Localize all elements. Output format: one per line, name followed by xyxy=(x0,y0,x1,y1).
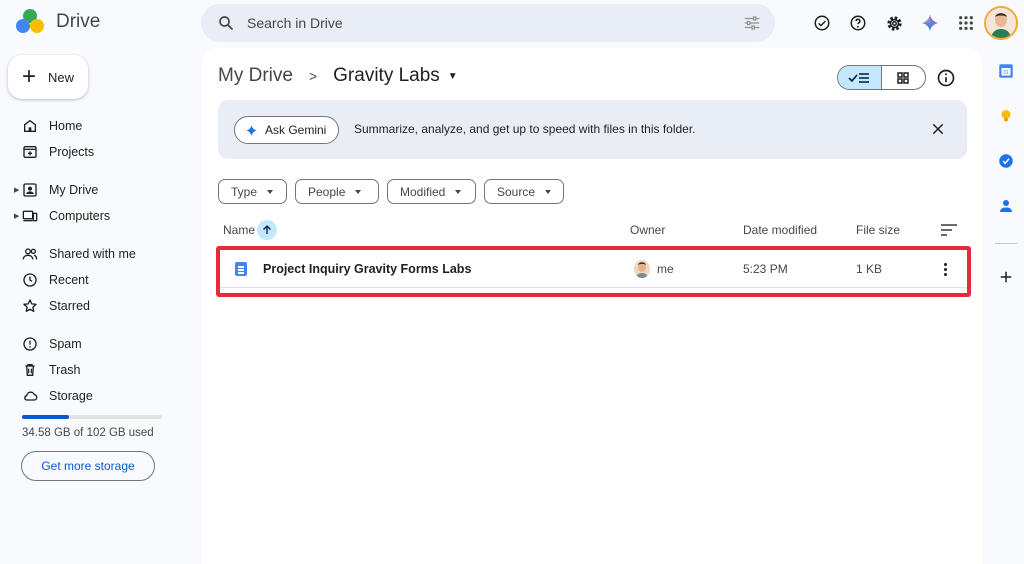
cloud-icon xyxy=(24,391,38,401)
contacts-icon[interactable] xyxy=(997,197,1015,215)
sidebar-item-label: Computers xyxy=(49,209,111,223)
view-toggle xyxy=(837,65,926,90)
column-owner[interactable]: Owner xyxy=(630,223,665,237)
apps-grid-icon[interactable] xyxy=(948,8,984,38)
file-owner: me xyxy=(657,262,674,276)
close-icon[interactable] xyxy=(930,121,946,137)
dropdown-arrow-icon xyxy=(267,189,274,194)
search-input[interactable] xyxy=(247,15,717,31)
expand-caret-icon[interactable]: ▶ xyxy=(14,186,20,194)
tasks-icon[interactable] xyxy=(997,152,1015,170)
plus-icon: + xyxy=(22,63,37,90)
shared-icon xyxy=(22,248,38,260)
arrow-up-icon xyxy=(263,225,271,234)
filter-chips: Type People Modified Source xyxy=(218,179,564,204)
sort-ascending-button[interactable] xyxy=(257,220,277,240)
sidebar-item-label: Starred xyxy=(49,299,90,313)
sidebar-item-label: Home xyxy=(49,119,83,133)
storage-usage-bar xyxy=(22,415,162,419)
breadcrumb-current[interactable]: Gravity Labs xyxy=(333,65,440,87)
grid-view-button[interactable] xyxy=(882,66,926,89)
account-avatar[interactable] xyxy=(984,6,1018,40)
filter-label: Modified xyxy=(400,184,446,199)
gemini-icon[interactable] xyxy=(912,8,948,38)
gemini-sparkle-icon xyxy=(246,124,257,136)
sidebar-item-label: My Drive xyxy=(49,183,99,197)
trash-icon xyxy=(25,364,35,376)
help-icon[interactable] xyxy=(840,8,876,38)
sidebar-item-label: Spam xyxy=(49,337,82,351)
sort-options-icon[interactable] xyxy=(940,223,958,237)
star-icon xyxy=(23,299,37,312)
spam-icon xyxy=(23,337,37,351)
keep-icon[interactable] xyxy=(997,107,1015,125)
dropdown-arrow-icon xyxy=(545,189,552,194)
more-actions-icon[interactable] xyxy=(940,260,950,278)
document-icon xyxy=(235,262,247,276)
filter-source[interactable]: Source xyxy=(484,179,564,204)
column-file-size[interactable]: File size xyxy=(856,223,900,237)
new-button[interactable]: + New xyxy=(8,55,88,99)
new-button-label: New xyxy=(48,69,75,85)
breadcrumb-separator: > xyxy=(308,68,318,84)
offline-ready-icon[interactable] xyxy=(804,8,840,38)
list-view-button[interactable] xyxy=(838,66,882,89)
drive-logo[interactable]: Drive xyxy=(14,8,100,36)
breadcrumb: My Drive > Gravity Labs ▼ xyxy=(218,65,458,87)
expand-caret-icon[interactable]: ▶ xyxy=(14,212,20,220)
file-name[interactable]: Project Inquiry Gravity Forms Labs xyxy=(263,262,471,276)
home-icon xyxy=(24,119,36,132)
ask-gemini-button[interactable]: Ask Gemini xyxy=(234,116,340,144)
filter-people[interactable]: People xyxy=(295,179,379,204)
side-panel-divider xyxy=(995,243,1017,244)
clock-icon xyxy=(23,273,37,287)
gemini-banner: Ask Gemini Summarize, analyze, and get u… xyxy=(218,100,967,159)
drive-logo-icon xyxy=(16,9,44,33)
dropdown-arrow-icon xyxy=(355,189,362,194)
folder-menu-dropdown-icon[interactable]: ▼ xyxy=(448,71,458,82)
ask-gemini-label: Ask Gemini xyxy=(265,123,327,137)
owner-avatar xyxy=(634,260,650,278)
sidebar-item-label: Storage xyxy=(49,389,93,403)
search-options-icon[interactable] xyxy=(743,14,761,32)
sidebar-item-label: Recent xyxy=(49,273,89,287)
projects-icon xyxy=(23,146,37,158)
column-date-modified[interactable]: Date modified xyxy=(743,223,817,237)
filter-modified[interactable]: Modified xyxy=(387,179,476,204)
sidebar-item-label: Shared with me xyxy=(49,247,136,261)
filter-type[interactable]: Type xyxy=(218,179,287,204)
add-addon-icon[interactable] xyxy=(997,268,1015,286)
app-name: Drive xyxy=(56,11,101,32)
search-bar[interactable] xyxy=(201,4,775,42)
header-actions xyxy=(804,8,984,38)
search-icon xyxy=(219,16,233,30)
top-bar: Drive xyxy=(0,0,1024,46)
side-panel: 31 xyxy=(987,48,1024,564)
grid-view-icon xyxy=(897,71,909,84)
calendar-icon[interactable]: 31 xyxy=(997,62,1015,80)
filter-label: People xyxy=(308,184,346,199)
table-header: Name Owner Date modified File size xyxy=(202,218,982,244)
file-date-modified: 5:23 PM xyxy=(743,262,788,276)
filter-label: Source xyxy=(497,184,536,199)
my-drive-icon xyxy=(23,183,37,197)
get-more-storage-button[interactable]: Get more storage xyxy=(21,451,155,481)
main-panel: My Drive > Gravity Labs ▼ Ask Gemini Sum… xyxy=(202,48,982,564)
storage-usage-fill xyxy=(22,415,70,419)
storage-usage-text: 34.58 GB of 102 GB used xyxy=(22,427,154,439)
column-name[interactable]: Name xyxy=(223,223,255,237)
file-size: 1 KB xyxy=(856,262,883,276)
info-icon[interactable] xyxy=(936,68,956,88)
settings-icon[interactable] xyxy=(876,8,912,38)
breadcrumb-root[interactable]: My Drive xyxy=(218,65,293,87)
filter-label: Type xyxy=(231,184,258,199)
table-row[interactable]: Project Inquiry Gravity Forms Labs me 5:… xyxy=(218,248,968,288)
sidebar-item-label: Projects xyxy=(49,145,95,159)
list-view-icon xyxy=(848,72,870,83)
svg-text:31: 31 xyxy=(1003,70,1009,76)
computers-icon xyxy=(22,210,38,222)
sidebar-item-label: Trash xyxy=(49,363,81,377)
dropdown-arrow-icon xyxy=(455,189,462,194)
gemini-banner-text: Summarize, analyze, and get up to speed … xyxy=(354,122,696,136)
